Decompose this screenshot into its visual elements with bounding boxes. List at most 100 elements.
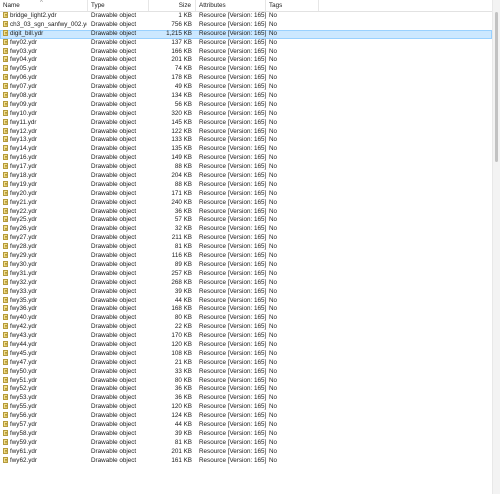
file-row[interactable]: fwy05.ydr Drawable object 74 KB Resource [V… [0, 65, 492, 74]
file-size: 178 KB [171, 74, 192, 82]
file-attributes: Resource [Version: 165] [199, 429, 267, 437]
file-row[interactable]: fwy16.ydr Drawable object 149 KB Resource [… [0, 154, 492, 163]
file-row[interactable]: fwy28.ydr Drawable object 81 KB Resource [V… [0, 243, 492, 252]
file-row[interactable]: fwy53.ydr Drawable object 36 KB Resource [V… [0, 394, 492, 403]
file-icon [3, 340, 8, 347]
file-name-cell: fwy18.ydr [3, 172, 87, 181]
file-row[interactable]: fwy40.ydr Drawable object 80 KB Resource [V… [0, 314, 492, 323]
file-row[interactable]: fwy20.ydr Drawable object 171 KB Resource [… [0, 189, 492, 199]
file-tags: No [269, 376, 278, 384]
file-row[interactable]: fwy25.ydr Drawable object 57 KB Resource [V… [0, 216, 492, 225]
file-size: 49 KB [174, 83, 192, 91]
file-name: fwy14.ydr [10, 145, 37, 153]
file-name-cell: fwy43.ydr [3, 332, 87, 341]
column-header-name[interactable]: ^ Name [0, 0, 88, 11]
file-row[interactable]: fwy56.ydr Drawable object 124 KB Resource [… [0, 412, 492, 421]
file-attributes: Resource [Version: 165] [199, 225, 267, 233]
file-name: fwy04.ydr [10, 56, 37, 64]
file-row[interactable]: fwy36.ydr Drawable object 168 KB Resource [… [0, 305, 492, 314]
file-row[interactable]: fwy13.ydr Drawable object 133 KB Resource [… [0, 136, 492, 145]
file-row[interactable]: fwy42.ydr Drawable object 22 KB Resource [V… [0, 323, 492, 332]
file-row[interactable]: fwy10.ydr Drawable object 320 KB Resource [… [0, 109, 492, 119]
file-attributes: Resource [Version: 165] [199, 412, 267, 420]
file-size: 108 KB [171, 349, 192, 357]
file-icon [3, 252, 8, 259]
file-row[interactable]: fwy04.ydr Drawable object 201 KB Resource [… [0, 56, 492, 65]
file-row[interactable]: fwy18.ydr Drawable object 204 KB Resource [… [0, 172, 492, 181]
file-row[interactable]: fwy57.ydr Drawable object 44 KB Resource [V… [0, 420, 492, 430]
file-row[interactable]: fwy26.ydr Drawable object 32 KB Resource [V… [0, 225, 492, 234]
file-tags: No [269, 429, 278, 437]
file-size: 120 KB [171, 403, 192, 411]
file-row[interactable]: fwy14.ydr Drawable object 135 KB Resource [… [0, 145, 492, 154]
file-row[interactable]: fwy43.ydr Drawable object 170 KB Resource [… [0, 332, 492, 341]
file-icon [3, 189, 8, 196]
file-row[interactable]: fwy07.ydr Drawable object 49 KB Resource [V… [0, 83, 492, 92]
file-row[interactable]: fwy11.ydr Drawable object 145 KB Resource [… [0, 118, 492, 128]
file-name: fwy56.ydr [10, 412, 37, 420]
file-row[interactable]: fwy61.ydr Drawable object 201 KB Resource [… [0, 447, 492, 457]
file-icon [3, 154, 8, 161]
file-name-cell: fwy36.ydr [3, 305, 87, 314]
file-row[interactable]: fwy55.ydr Drawable object 120 KB Resource [… [0, 403, 492, 412]
file-row[interactable]: fwy03.ydr Drawable object 166 KB Resource [… [0, 47, 492, 57]
file-row[interactable]: fwy59.ydr Drawable object 81 KB Resource [V… [0, 438, 492, 448]
file-row[interactable]: fwy32.ydr Drawable object 268 KB Resource [… [0, 278, 492, 288]
file-row[interactable]: fwy47.ydr Drawable object 21 KB Resource [V… [0, 358, 492, 368]
file-row[interactable]: fwy06.ydr Drawable object 178 KB Resource [… [0, 74, 492, 83]
file-row[interactable]: fwy17.ydr Drawable object 88 KB Resource [V… [0, 163, 492, 172]
file-row[interactable]: fwy19.ydr Drawable object 88 KB Resource [V… [0, 180, 492, 190]
vertical-scrollbar[interactable] [492, 0, 500, 494]
file-tags: No [269, 12, 278, 19]
file-size: 88 KB [174, 163, 192, 171]
file-attributes: Resource [Version: 165] [199, 367, 267, 375]
file-row[interactable]: fwy50.ydr Drawable object 33 KB Resource [V… [0, 367, 492, 377]
file-attributes: Resource [Version: 165] [199, 269, 267, 277]
file-tags: No [269, 332, 278, 340]
file-row[interactable]: fwy08.ydr Drawable object 134 KB Resource [… [0, 92, 492, 101]
file-size: 257 KB [171, 269, 192, 277]
file-icon [3, 207, 8, 214]
file-name: fwy13.ydr [10, 136, 37, 144]
file-name-cell: fwy52.ydr [3, 385, 87, 394]
file-tags: No [269, 367, 278, 375]
file-name: fwy28.ydr [10, 243, 37, 251]
file-row[interactable]: fwy22.ydr Drawable object 36 KB Resource [V… [0, 207, 492, 217]
file-row[interactable]: fwy45.ydr Drawable object 108 KB Resource [… [0, 349, 492, 359]
file-row[interactable]: fwy27.ydr Drawable object 211 KB Resource [… [0, 234, 492, 243]
file-name-cell: fwy56.ydr [3, 412, 87, 421]
file-row[interactable]: fwy33.ydr Drawable object 39 KB Resource [V… [0, 287, 492, 297]
file-row[interactable]: fwy52.ydr Drawable object 36 KB Resource [V… [0, 385, 492, 394]
file-tags: No [269, 314, 278, 322]
file-row[interactable]: fwy29.ydr Drawable object 116 KB Resource [… [0, 252, 492, 261]
file-row[interactable]: fwy58.ydr Drawable object 39 KB Resource [V… [0, 429, 492, 439]
file-attributes: Resource [Version: 165] [199, 340, 267, 348]
file-name: fwy03.ydr [10, 47, 37, 55]
file-row[interactable]: fwy21.ydr Drawable object 240 KB Resource [… [0, 198, 492, 208]
scrollbar-thumb[interactable] [495, 12, 498, 162]
file-row[interactable]: fwy30.ydr Drawable object 89 KB Resource [V… [0, 260, 492, 270]
file-icon [3, 296, 8, 303]
file-row[interactable]: fwy35.ydr Drawable object 44 KB Resource [V… [0, 296, 492, 306]
file-size: 1 KB [178, 12, 192, 19]
column-header-tags[interactable]: Tags [266, 0, 319, 11]
file-row[interactable]: fwy12.ydr Drawable object 122 KB Resource [… [0, 127, 492, 137]
file-name-cell: fwy20.ydr [3, 189, 87, 199]
file-attributes: Resource [Version: 165] [199, 100, 267, 108]
file-row[interactable]: fwy09.ydr Drawable object 56 KB Resource [V… [0, 100, 492, 110]
column-header-type[interactable]: Type [88, 0, 149, 11]
file-row[interactable]: fwy02.ydr Drawable object 137 KB Resource [… [0, 38, 492, 48]
file-row[interactable]: fwy44.ydr Drawable object 120 KB Resource [… [0, 340, 492, 350]
file-row[interactable]: bridge_light2.ydr Drawable object 1 KB Reso… [0, 12, 492, 21]
file-tags: No [269, 385, 278, 393]
file-row[interactable]: fwy51.ydr Drawable object 80 KB Resource [V… [0, 376, 492, 386]
file-row[interactable]: ch3_03_sgn_sanfwy_002.ydr Drawable object… [0, 20, 492, 30]
column-header-size[interactable]: Size [149, 0, 196, 11]
file-row[interactable]: fwy31.ydr Drawable object 257 KB Resource [… [0, 269, 492, 279]
file-row[interactable]: digit_bill.ydr Drawable object 1,215 KB Res… [0, 29, 492, 39]
file-name-cell: fwy13.ydr [3, 136, 87, 145]
file-row[interactable]: fwy62.ydr Drawable object 161 KB Resource [… [0, 456, 492, 466]
file-icon [3, 234, 8, 241]
column-header-attributes[interactable]: Attributes [196, 0, 266, 11]
file-attributes: Resource [Version: 165] [199, 385, 267, 393]
